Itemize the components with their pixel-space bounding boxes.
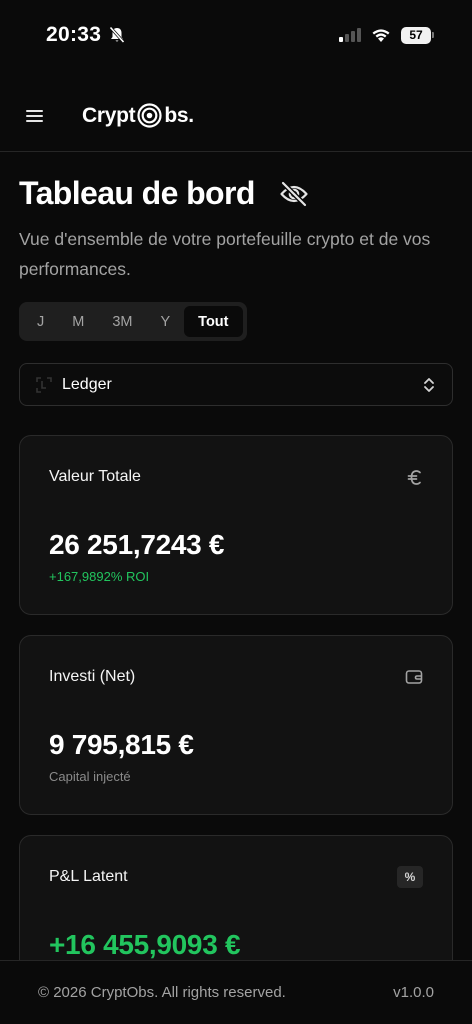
tab-period-tout[interactable]: Tout xyxy=(184,306,243,337)
menu-button[interactable] xyxy=(26,99,60,133)
invested-amount: 9 795,815 € xyxy=(49,729,194,760)
wallet-icon xyxy=(405,669,423,685)
total-value-amount: 26 251,7243 € xyxy=(49,529,225,560)
invested-card: Investi (Net) 9 795,815 € Capital inject… xyxy=(19,635,453,815)
app-logo[interactable]: Crypt bs. xyxy=(82,103,194,128)
target-icon xyxy=(137,103,162,128)
wallet-select[interactable]: Ledger xyxy=(19,363,453,406)
total-value-roi: +167,9892% ROI xyxy=(49,569,150,584)
page-title: Tableau de bord xyxy=(19,175,255,211)
percent-badge: % xyxy=(397,866,423,888)
invested-caption: Capital injecté xyxy=(49,769,131,784)
app-header: Crypt bs. xyxy=(0,80,472,152)
card-title: Investi (Net) xyxy=(49,668,136,685)
tab-period-y[interactable]: Y xyxy=(147,306,185,337)
hide-values-button[interactable] xyxy=(279,180,309,207)
card-title: P&L Latent xyxy=(49,868,128,885)
battery-level: 57 xyxy=(401,26,431,44)
bell-muted-icon xyxy=(109,26,125,44)
logo-text-left: Crypt xyxy=(82,103,136,127)
card-title: Valeur Totale xyxy=(49,468,141,485)
tab-period-j[interactable]: J xyxy=(23,306,58,337)
hamburger-icon xyxy=(26,109,43,122)
main-content: Tableau de bord Vue d'ensemble de votre … xyxy=(0,153,472,1015)
euro-icon xyxy=(407,469,423,486)
footer-copyright: © 2026 CryptObs. All rights reserved. xyxy=(38,984,286,1001)
tab-period-3m[interactable]: 3M xyxy=(98,306,146,337)
total-value-card: Valeur Totale 26 251,7243 € +167,9892% R… xyxy=(19,435,453,615)
wifi-icon xyxy=(371,28,391,43)
period-tabs: J M 3M Y Tout xyxy=(19,302,247,341)
logo-text-right: bs. xyxy=(164,103,194,127)
status-time: 20:33 xyxy=(46,23,102,46)
footer: © 2026 CryptObs. All rights reserved. v1… xyxy=(0,960,472,1024)
page-subtitle: Vue d'ensemble de votre portefeuille cry… xyxy=(19,229,431,279)
status-bar: 20:33 57 xyxy=(0,0,472,70)
eye-off-icon xyxy=(280,180,308,207)
cellular-signal-icon xyxy=(339,28,361,42)
pnl-amount: +16 455,9093 € xyxy=(49,929,241,960)
footer-version: v1.0.0 xyxy=(393,984,434,1001)
tab-period-m[interactable]: M xyxy=(58,306,98,337)
ledger-icon xyxy=(36,376,52,393)
chevron-up-down-icon xyxy=(422,376,436,394)
battery-icon: 57 xyxy=(401,26,434,44)
wallet-select-value: Ledger xyxy=(62,375,112,393)
